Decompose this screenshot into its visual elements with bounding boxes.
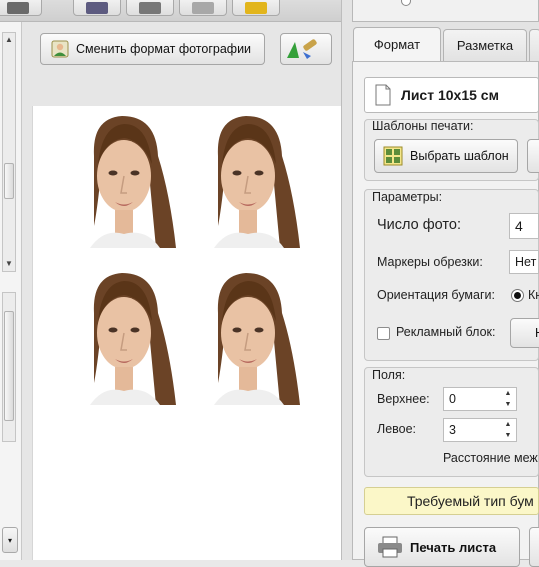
brush-icon (287, 39, 317, 59)
print-sheet-button[interactable]: Печать листа (364, 527, 520, 567)
scroll-up-icon[interactable]: ▲ (5, 35, 13, 44)
print-templates-title: Шаблоны печати: (372, 119, 474, 133)
paper-type-notice: Требуемый тип бум (364, 487, 539, 515)
parameters-title: Параметры: (372, 190, 443, 204)
printer-button[interactable] (73, 0, 121, 16)
margins-title: Поля: (372, 368, 406, 382)
left-scroll-thumb-top[interactable] (4, 163, 14, 199)
camera-icon (139, 2, 161, 14)
left-scrollbar-top[interactable]: ▲ ▼ (2, 32, 16, 272)
right-top-box (352, 0, 539, 22)
left-margin-label: Левое: (377, 422, 417, 436)
tools-button[interactable] (179, 0, 227, 16)
portrait-image (196, 267, 300, 405)
left-panel: ▲ ▼ ▾ (0, 22, 22, 560)
photo-4[interactable] (196, 267, 300, 405)
ad-block-label: Рекламный блок: (396, 325, 496, 339)
radio-icon[interactable] (401, 0, 411, 6)
printer-icon (86, 2, 108, 14)
tab-layout-label: Разметка (456, 38, 514, 53)
change-format-button[interactable]: Сменить формат фотографии (40, 33, 265, 65)
camera-button[interactable] (126, 0, 174, 16)
left-margin-value: 3 (449, 423, 456, 437)
portrait-image (196, 110, 300, 248)
tab-layout[interactable]: Разметка (443, 29, 527, 61)
top-margin-label: Верхнее: (377, 392, 430, 406)
scroll-down-icon[interactable]: ▼ (5, 259, 13, 268)
document-icon (375, 84, 391, 106)
crop-markers-label: Маркеры обрезки: (377, 255, 483, 269)
spinner-arrows-icon[interactable]: ▲ ▼ (503, 421, 513, 439)
photo-count-input[interactable]: 4 (509, 213, 539, 239)
top-margin-value: 0 (449, 392, 456, 406)
ad-block-button[interactable]: Н (510, 318, 539, 348)
tab-format[interactable]: Формат (353, 27, 441, 61)
template-extra-button[interactable] (527, 139, 539, 173)
photo-count-value: 4 (515, 218, 523, 234)
ad-block-button-label: Н (535, 326, 539, 340)
car-button[interactable] (232, 0, 280, 16)
ad-block-checkbox[interactable] (377, 327, 390, 340)
choose-template-button[interactable]: Выбрать шаблон (374, 139, 518, 173)
print-extra-button[interactable] (529, 527, 539, 567)
choose-template-label: Выбрать шаблон (410, 149, 509, 163)
person-photo-icon (51, 40, 69, 58)
portrait-image (72, 267, 176, 405)
tab-format-label: Формат (373, 37, 421, 52)
scanner-icon (7, 2, 29, 14)
left-scroll-thumb-bottom[interactable] (4, 311, 14, 421)
tab-more[interactable] (529, 29, 539, 61)
photo-3[interactable] (72, 267, 176, 405)
print-sheet-label: Печать листа (410, 539, 497, 555)
spinner-arrows-icon[interactable]: ▲ ▼ (503, 390, 513, 408)
printer-icon (378, 536, 402, 558)
portrait-image (72, 110, 176, 248)
crop-markers-select[interactable]: Нет (509, 250, 539, 274)
left-margin-input[interactable]: 3 ▲ ▼ (443, 418, 517, 442)
photo-edit-button[interactable] (280, 33, 332, 65)
left-scrollbar-bottom[interactable] (2, 292, 16, 442)
spacing-label: Расстояние меж (443, 451, 538, 465)
scanner-button[interactable] (0, 0, 42, 16)
orientation-value: Кн (528, 288, 539, 302)
photo-2[interactable] (196, 110, 300, 248)
orientation-label: Ориентация бумаги: (377, 288, 495, 302)
photo-count-label: Число фото: (377, 217, 461, 233)
main-toolbar (0, 0, 352, 22)
photo-1[interactable] (72, 110, 176, 248)
left-collapse-button[interactable]: ▾ (2, 527, 18, 553)
orientation-radio[interactable] (511, 289, 524, 302)
sheet-size-label: Лист 10x15 см (401, 87, 499, 103)
tools-icon (192, 2, 214, 14)
change-format-label: Сменить формат фотографии (76, 42, 252, 56)
crop-markers-value: Нет (515, 255, 537, 269)
top-margin-input[interactable]: 0 ▲ ▼ (443, 387, 517, 411)
paper-type-notice-text: Требуемый тип бум (407, 493, 534, 509)
template-grid-icon (383, 146, 403, 166)
sheet-size-select[interactable]: Лист 10x15 см (364, 77, 539, 113)
car-icon (245, 2, 267, 14)
